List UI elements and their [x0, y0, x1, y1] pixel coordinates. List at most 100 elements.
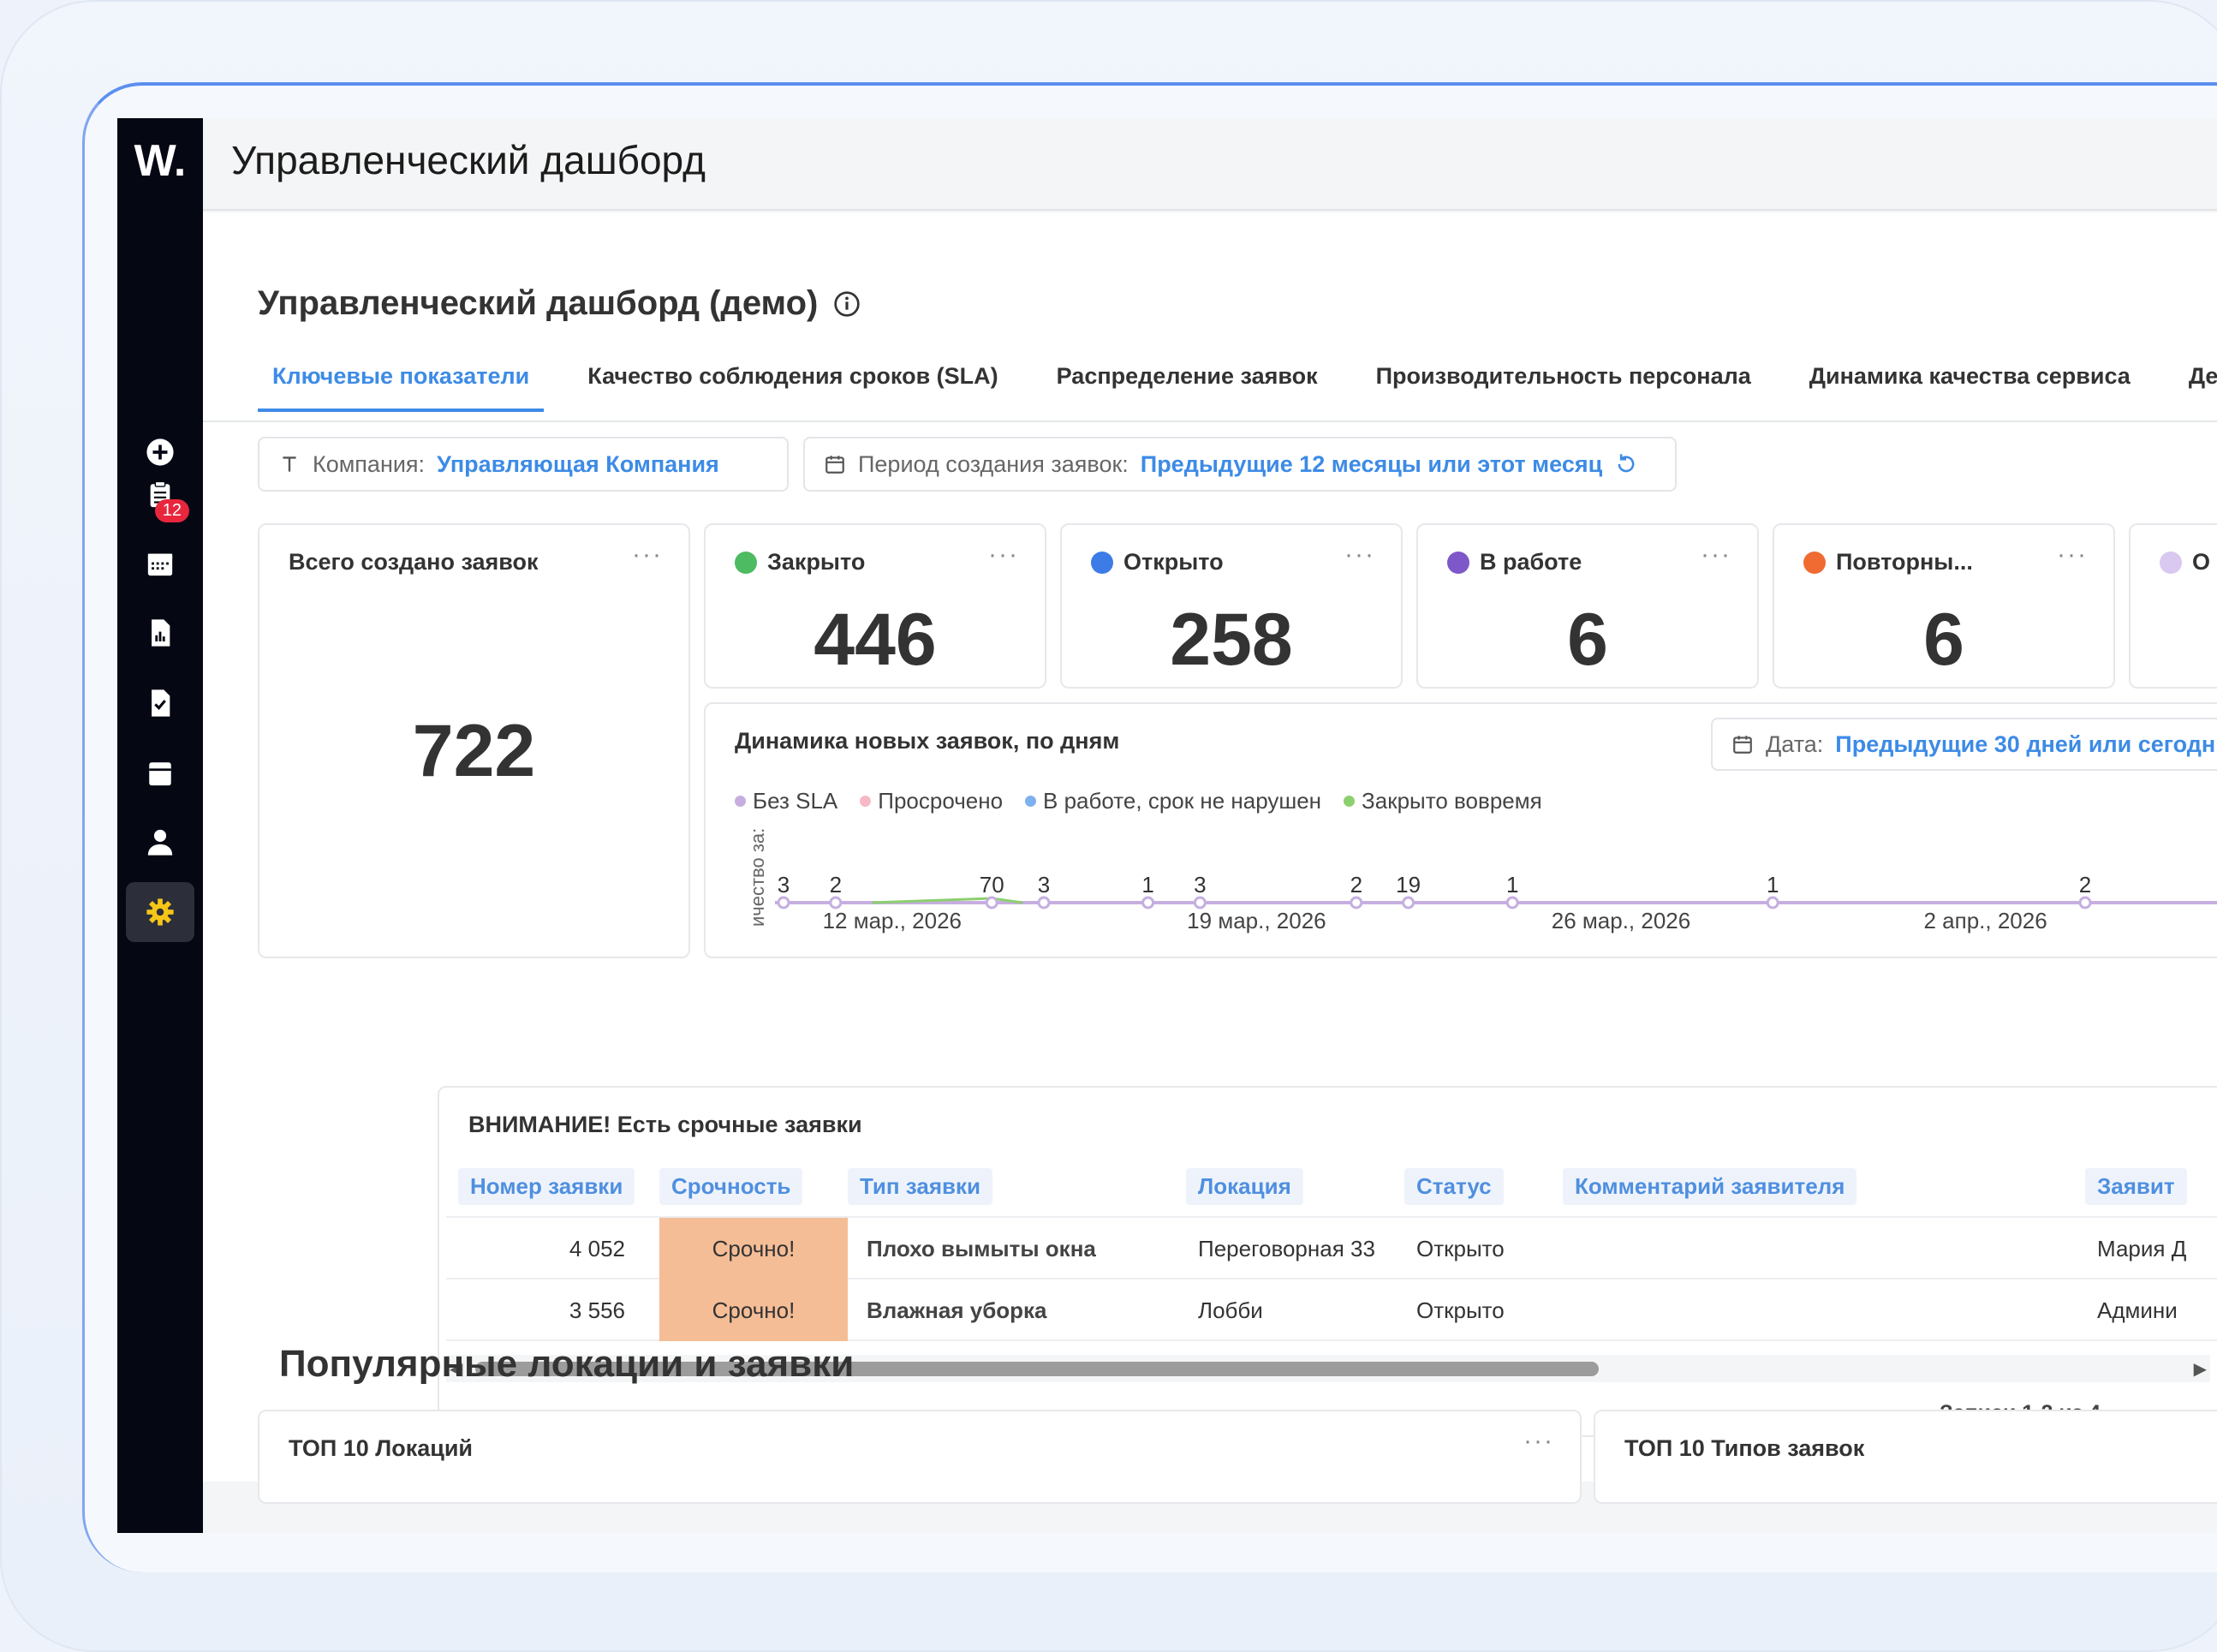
kpi-closed-card[interactable]: Закрыто ··· 446	[704, 523, 1046, 689]
archive-icon	[149, 762, 171, 786]
app-window: W. 12 Управленческий дашборд Управленчес…	[117, 118, 2217, 1533]
kpi-inwork-header: В работе	[1447, 549, 1582, 576]
column-header[interactable]: Статус	[1404, 1156, 1504, 1216]
tab-request-distribution[interactable]: Распределение заявок	[1042, 358, 1332, 412]
table-cell: 3 556	[569, 1297, 625, 1323]
user-icon	[147, 829, 173, 856]
dashboard-title: Управленческий дашборд (демо)	[258, 284, 819, 322]
closed-status-dot	[735, 551, 757, 574]
tab-details[interactable]: Детализа	[2174, 358, 2217, 412]
kpi-open-value: 258	[1170, 599, 1293, 681]
chart-date-filter[interactable]: Дата: Предыдущие 30 дней или сегодн	[1711, 718, 2217, 771]
x-tick-label: 19 мар., 2026	[1187, 908, 1326, 933]
card-menu-icon[interactable]: ···	[1523, 1427, 1554, 1456]
card-menu-icon[interactable]: ···	[2057, 540, 2088, 570]
scroll-right-icon[interactable]: ▶	[2194, 1358, 2207, 1380]
chart-legend: Без SLA Просрочено В работе, срок не нар…	[735, 788, 1542, 814]
data-point	[1037, 896, 1051, 909]
column-header[interactable]: Номер заявки	[458, 1156, 635, 1216]
tab-sla-quality[interactable]: Качество соблюдения сроков (SLA)	[573, 358, 1012, 412]
sidebar-profile-button[interactable]	[126, 812, 194, 872]
period-filter[interactable]: Период создания заявок: Предыдущие 12 ме…	[803, 437, 1677, 492]
kpi-open-label: Открыто	[1123, 549, 1224, 575]
card-menu-icon[interactable]: ···	[1701, 540, 1731, 570]
sidebar-requests-button[interactable]: 12	[126, 465, 194, 525]
data-point	[2078, 896, 2092, 909]
chart-title: Динамика новых заявок, по дням	[735, 728, 1120, 754]
legend-item-overdue[interactable]: Просрочено	[860, 788, 1003, 814]
data-label: 2	[1350, 872, 1362, 898]
legend-item-closed-on-time[interactable]: Закрыто вовремя	[1344, 788, 1542, 814]
dashboard-tabs: Ключевые показатели Качество соблюдения …	[258, 358, 2217, 412]
calendar-icon	[825, 456, 844, 474]
page-title: Управленческий дашборд	[231, 138, 706, 182]
dashboard-header: Управленческий дашборд (демо)	[258, 284, 861, 323]
sidebar: W. 12	[117, 118, 203, 1533]
sidebar-archive-button[interactable]	[126, 743, 194, 803]
data-label: 1	[1506, 872, 1518, 898]
table-cell: Админи	[2097, 1297, 2178, 1323]
new-requests-chart-card: Динамика новых заявок, по дням Дата: Пре…	[704, 702, 2217, 958]
sidebar-reports-button[interactable]	[126, 603, 194, 663]
data-label: 3	[778, 872, 790, 898]
column-header[interactable]: Заявит	[2085, 1156, 2187, 1216]
data-label: 70	[980, 872, 1004, 898]
app-logo[interactable]: W.	[117, 135, 203, 187]
tab-service-quality[interactable]: Динамика качества сервиса	[1795, 358, 2145, 412]
column-header[interactable]: Комментарий заявителя	[1563, 1156, 1857, 1216]
data-point	[1505, 896, 1519, 909]
legend-label: В работе, срок не нарушен	[1043, 788, 1322, 814]
table-cell	[1563, 1279, 2085, 1341]
company-filter[interactable]: Компания: Управляющая Компания	[258, 437, 789, 492]
data-point	[829, 896, 843, 909]
line-chart-plot: ичество за: 3 2 70 3 1 3 2 19 1 1 2 12 мар., 2026 19…	[747, 828, 2217, 933]
data-label: 1	[1767, 872, 1779, 898]
sidebar-calendar-button[interactable]	[126, 534, 194, 593]
table-cell: Мария Д	[2097, 1235, 2187, 1261]
x-tick-label: 2 апр., 2026	[1923, 908, 2047, 933]
kpi-inwork-label: В работе	[1480, 549, 1582, 575]
tab-staff-performance[interactable]: Производительность персонала	[1362, 358, 1766, 412]
column-header[interactable]: Тип заявки	[848, 1156, 992, 1216]
table-cell: Открыто	[1416, 1297, 1505, 1323]
table-cell: Лобби	[1198, 1297, 1263, 1323]
kpi-total-card[interactable]: Всего создано заявок ··· 722	[258, 523, 690, 958]
kpi-repeat-header: Повторны...	[1803, 549, 1973, 576]
legend-swatch	[860, 796, 872, 807]
tab-key-metrics[interactable]: Ключевые показатели	[258, 358, 545, 412]
top-bar: Управленческий дашборд	[203, 118, 2217, 211]
plus-circle-icon	[146, 438, 174, 466]
column-header[interactable]: Локация	[1186, 1156, 1303, 1216]
legend-item-no-sla[interactable]: Без SLA	[735, 788, 837, 814]
kpi-repeat-card[interactable]: Повторны... ··· 6	[1773, 523, 2115, 689]
kpi-extra-card[interactable]: О	[2129, 523, 2217, 689]
legend-label: Закрыто вовремя	[1362, 788, 1542, 814]
kpi-inwork-card[interactable]: В работе ··· 6	[1416, 523, 1759, 689]
table-cell: Влажная уборка	[867, 1297, 1047, 1323]
column-header[interactable]: Срочность	[659, 1156, 803, 1216]
legend-item-in-progress[interactable]: В работе, срок не нарушен	[1025, 788, 1321, 814]
x-tick-label: 12 мар., 2026	[823, 908, 962, 933]
chart-date-filter-value: Предыдущие 30 дней или сегодн	[1835, 731, 2216, 757]
card-menu-icon[interactable]: ···	[1344, 540, 1375, 570]
sidebar-tasks-button[interactable]	[126, 673, 194, 733]
text-type-icon	[283, 456, 296, 472]
kpi-open-card[interactable]: Открыто ··· 258	[1060, 523, 1403, 689]
data-point	[1193, 896, 1207, 909]
card-menu-icon[interactable]: ···	[632, 540, 663, 570]
data-label: 1	[1141, 872, 1153, 898]
table-cell: Переговорная 33	[1198, 1235, 1375, 1261]
column-header-label: Локация	[1186, 1167, 1303, 1205]
legend-swatch	[1025, 796, 1037, 807]
tabs-divider	[203, 420, 2217, 422]
reset-icon[interactable]	[1614, 452, 1638, 476]
table-cell	[1563, 1218, 2085, 1279]
info-icon[interactable]	[833, 290, 861, 318]
kpi-closed-header: Закрыто	[735, 549, 865, 576]
report-icon	[152, 619, 170, 647]
sidebar-settings-button[interactable]	[126, 882, 194, 942]
card-menu-icon[interactable]: ···	[988, 540, 1019, 570]
data-point	[1350, 896, 1363, 909]
table-cell: Плохо вымыты окна	[867, 1235, 1096, 1261]
top-types-card: ТОП 10 Типов заявок	[1594, 1410, 2217, 1504]
